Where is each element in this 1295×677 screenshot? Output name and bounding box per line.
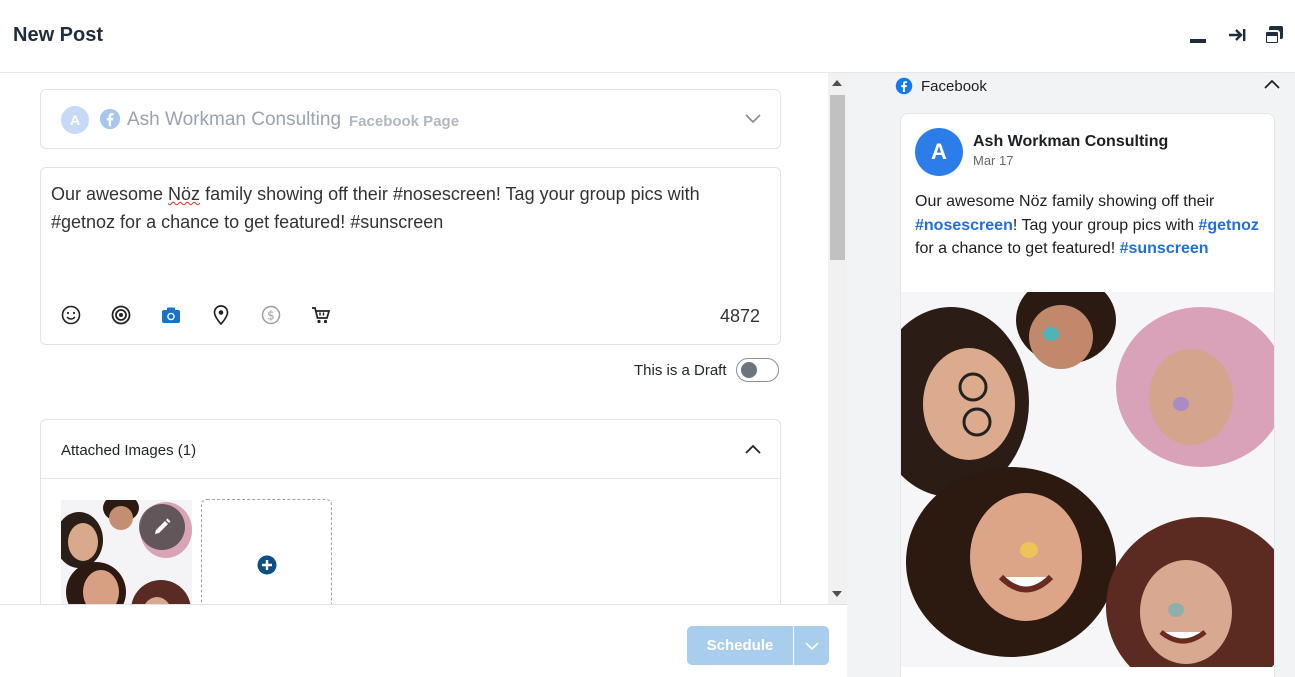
account-selector[interactable]: A Ash Workman Consulting Facebook Page — [40, 89, 781, 149]
header-bar: New Post — [0, 0, 1295, 73]
chevron-up-icon[interactable] — [744, 442, 762, 460]
attached-images-panel: Attached Images (1) — [40, 419, 781, 604]
target-button[interactable] — [109, 304, 133, 326]
hashtag-link[interactable]: #getnoz — [1198, 217, 1258, 234]
editor-scrollbar[interactable] — [828, 73, 847, 604]
scroll-thumb[interactable] — [830, 95, 845, 260]
group-selfie-image — [901, 292, 1274, 667]
misspelled-word[interactable]: Nöz — [168, 184, 200, 204]
minimize-button[interactable] — [1185, 22, 1211, 48]
add-image-button[interactable] — [201, 499, 332, 604]
account-name: Ash Workman Consulting — [127, 109, 342, 130]
photo-button[interactable] — [159, 304, 183, 326]
page-name: Ash Workman Consulting — [973, 133, 1169, 150]
preview-header: Facebook — [895, 75, 987, 97]
collapse-preview-button[interactable] — [1263, 77, 1281, 95]
toggle-knob — [740, 362, 757, 378]
text-part: ! Tag your group pics with — [1012, 216, 1199, 234]
post-text[interactable]: Our awesome Nöz family showing off their… — [51, 180, 761, 236]
dollar-button[interactable]: $ — [259, 304, 283, 326]
arrow-to-right-icon — [1229, 29, 1246, 41]
facebook-icon — [99, 108, 121, 135]
dollar-icon: $ — [261, 305, 281, 325]
emoji-button[interactable] — [59, 304, 83, 326]
page-avatar: A — [915, 128, 963, 176]
post-text-part: Our awesome — [51, 184, 169, 204]
account-avatar: A — [61, 106, 89, 134]
footer-bar: Schedule — [0, 604, 847, 677]
chevron-down-icon[interactable] — [744, 112, 762, 130]
hashtag-link[interactable]: #nosescreen — [915, 217, 1013, 234]
scroll-up-arrow[interactable] — [832, 80, 842, 86]
facebook-post-preview: A Ash Workman Consulting Mar 17 Our awes… — [900, 113, 1275, 677]
post-photo — [901, 292, 1274, 667]
schedule-button[interactable]: Schedule — [687, 626, 793, 665]
pencil-icon — [155, 518, 171, 534]
compose-editor[interactable]: Our awesome Nöz family showing off their… — [40, 167, 781, 345]
target-icon — [111, 305, 131, 325]
compose-toolbar: $ — [59, 304, 333, 326]
text-part: for a chance to get featured! — [915, 240, 1120, 257]
collapse-panel-button[interactable] — [1224, 22, 1250, 48]
windows-icon — [1264, 26, 1283, 45]
cart-icon — [312, 307, 331, 324]
preview-network-label: Facebook — [921, 77, 987, 95]
schedule-options-button[interactable] — [794, 626, 829, 665]
emoji-icon — [61, 305, 81, 325]
hashtag-link[interactable]: #sunscreen — [1120, 240, 1209, 257]
chevron-up-icon — [1264, 79, 1280, 89]
edit-image-button[interactable] — [139, 504, 185, 550]
camera-icon — [162, 307, 180, 323]
preview-pane: Facebook A Ash Workman Consulting Mar 17… — [847, 73, 1295, 677]
location-pin-icon — [213, 305, 229, 325]
location-button[interactable] — [209, 304, 233, 326]
draft-label: This is a Draft — [634, 361, 727, 379]
editor-pane: A Ash Workman Consulting Facebook Page O… — [0, 73, 828, 604]
attached-images-header[interactable]: Attached Images (1) — [41, 420, 780, 479]
draft-toggle[interactable] — [735, 358, 779, 382]
attached-image-thumbnail[interactable] — [61, 500, 192, 604]
scroll-down-arrow[interactable] — [832, 591, 842, 597]
chevron-down-icon — [804, 641, 819, 650]
text-part: Our awesome Nöz family showing off their — [915, 193, 1215, 210]
cart-button[interactable] — [309, 304, 333, 326]
popout-button[interactable] — [1261, 22, 1287, 48]
page-title: New Post — [13, 24, 104, 46]
draft-toggle-row: This is a Draft — [634, 357, 779, 383]
preview-post-text: Our awesome Nöz family showing off their… — [915, 190, 1260, 261]
attached-images-title: Attached Images (1) — [61, 442, 197, 459]
post-date: Mar 17 — [973, 153, 1014, 168]
plus-circle-icon — [257, 555, 276, 574]
minimize-icon — [1190, 39, 1206, 43]
character-count: 4872 — [719, 306, 760, 326]
svg-text:$: $ — [267, 309, 275, 323]
account-type: Facebook Page — [349, 113, 460, 130]
facebook-icon — [895, 77, 913, 95]
